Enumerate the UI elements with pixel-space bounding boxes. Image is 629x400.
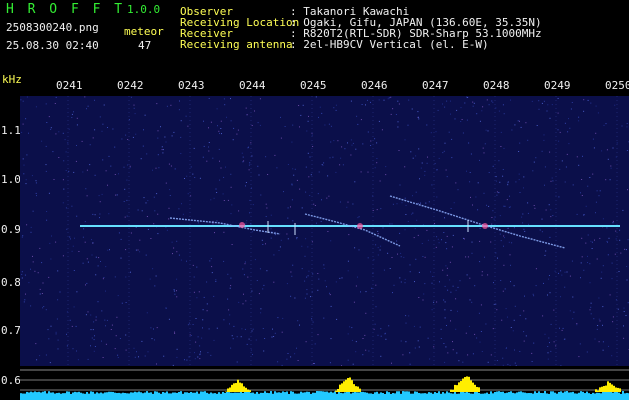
freq-tick-label: 1.0 bbox=[1, 173, 21, 186]
antenna-label: Receiving antenna bbox=[180, 38, 293, 51]
freq-tick-label: 0.7 bbox=[1, 324, 21, 337]
time-tick-label: 0247 bbox=[422, 79, 449, 92]
time-tick-label: 0248 bbox=[483, 79, 510, 92]
time-tick-label: 0246 bbox=[361, 79, 388, 92]
app-title: H R O F F T bbox=[6, 2, 126, 17]
echo-histogram bbox=[20, 366, 629, 400]
meteor-label: meteor bbox=[124, 25, 164, 38]
app-version: 1.0.0 bbox=[127, 3, 161, 16]
time-tick-label: 0242 bbox=[117, 79, 144, 92]
spectrogram bbox=[20, 96, 629, 366]
time-tick-label: 0243 bbox=[178, 79, 205, 92]
time-axis: 0241 0242 0243 0244 0245 0246 0247 0248 0249 0250 bbox=[0, 74, 629, 96]
time-tick-label: 0245 bbox=[300, 79, 327, 92]
file-name: 2508300240.png bbox=[6, 21, 99, 34]
spectrogram-background bbox=[20, 96, 629, 366]
freq-tick-label: 0.6 bbox=[1, 374, 21, 387]
freq-tick-label: 0.9 bbox=[1, 223, 21, 236]
freq-tick-label: 1.1 bbox=[1, 124, 21, 137]
freq-tick-label: 0.8 bbox=[1, 276, 21, 289]
time-tick-label: 0244 bbox=[239, 79, 266, 92]
antenna-value: : 2el-HB9CV Vertical (el. E-W) bbox=[290, 38, 489, 51]
time-tick-label: 0250 bbox=[605, 79, 629, 92]
frequency-axis: 1.1 1.0 0.9 0.8 0.7 0.6 bbox=[0, 74, 21, 400]
time-tick-label: 0249 bbox=[544, 79, 571, 92]
file-datetime: 25.08.30 02:40 bbox=[6, 39, 99, 52]
header-panel: H R O F F T 1.0.0 2508300240.png 25.08.3… bbox=[0, 0, 629, 74]
time-tick-label: 0241 bbox=[56, 79, 83, 92]
meteor-count: 47 bbox=[138, 39, 152, 52]
